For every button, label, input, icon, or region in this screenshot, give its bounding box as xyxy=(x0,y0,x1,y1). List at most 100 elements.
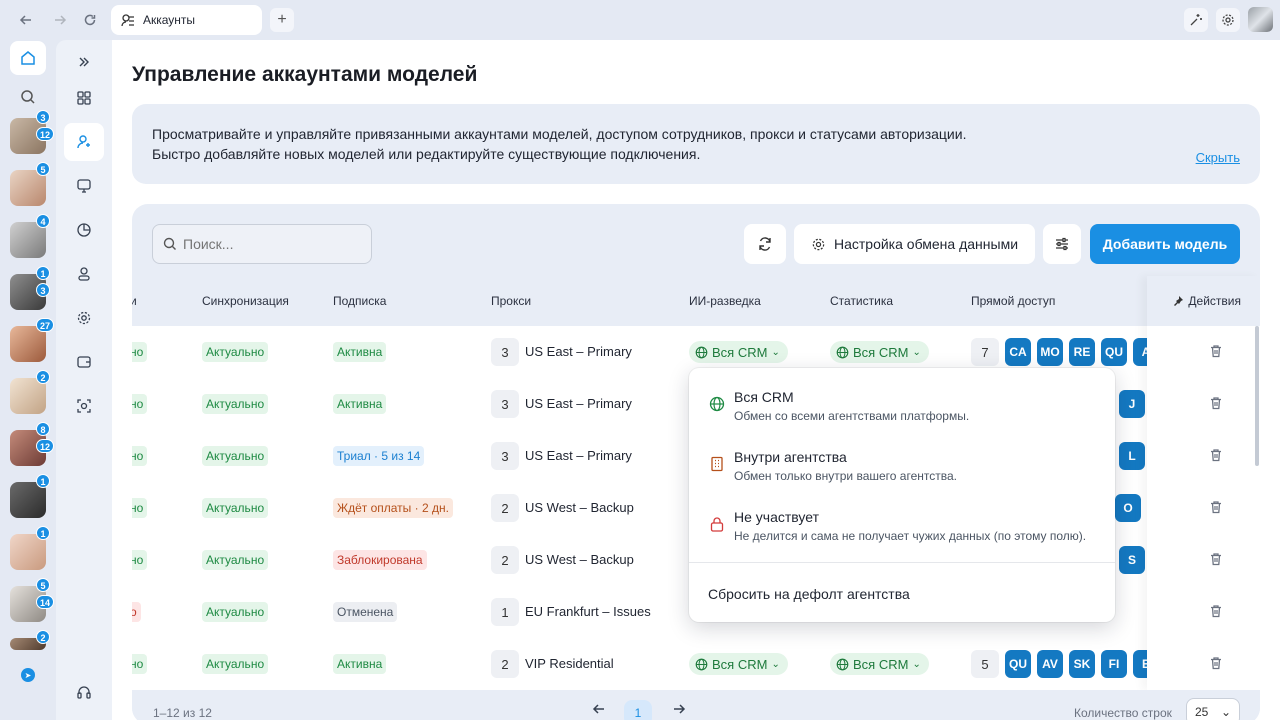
forward-icon[interactable] xyxy=(48,8,72,32)
model-avatar[interactable]: 1 xyxy=(10,526,50,570)
model-avatar[interactable]: 27 xyxy=(10,318,55,362)
refresh-icon xyxy=(759,237,771,251)
staff-chip[interactable]: AV xyxy=(1037,650,1063,678)
next-page-button[interactable] xyxy=(672,702,686,719)
sharing-dropdown: Вся CRM Обмен со всеми агентствами платф… xyxy=(689,368,1115,622)
proxy-name[interactable]: US West – Backup xyxy=(525,552,634,567)
staff-chip[interactable]: CA xyxy=(1005,338,1031,366)
proxy-name[interactable]: VIP Residential xyxy=(525,656,614,671)
proxy-name[interactable]: EU Frankfurt – Issues xyxy=(525,604,651,619)
staff-chip[interactable]: S xyxy=(1119,546,1145,574)
subscription-badge: Ждёт оплаты · 2 дн. xyxy=(333,498,453,518)
stats-sharing-select[interactable]: Вся CRM ⌄ xyxy=(830,341,929,363)
chevron-down-icon: ⌄ xyxy=(912,346,921,358)
sidebar-item-settings[interactable] xyxy=(64,299,104,337)
search-field[interactable] xyxy=(152,224,372,264)
column-proxy[interactable]: Прокси xyxy=(491,294,531,308)
table-row[interactable]: но Актуально Активна 2 VIP Residential Вся CR… xyxy=(132,638,1260,690)
model-avatar[interactable]: 5 14 xyxy=(10,578,55,622)
model-avatar[interactable]: 2 xyxy=(10,630,50,650)
delete-icon[interactable] xyxy=(1209,552,1225,568)
staff-chip[interactable]: SK xyxy=(1069,650,1095,678)
status-badge: но xyxy=(132,550,148,570)
staff-chip[interactable]: RE xyxy=(1069,338,1095,366)
sidebar-item-accounts[interactable] xyxy=(64,123,104,161)
proxy-name[interactable]: US East – Primary xyxy=(525,344,632,359)
proxy-name[interactable]: US West – Backup xyxy=(525,500,634,515)
table-footer: 1–12 из 12 1 Количество строк 25 ⌄ xyxy=(132,690,1260,720)
model-avatar[interactable]: 8 12 xyxy=(10,422,55,466)
prev-page-button[interactable] xyxy=(592,702,606,719)
column-direct[interactable]: Прямой доступ xyxy=(971,294,1055,308)
rows-per-page-select[interactable]: 25 ⌄ xyxy=(1186,698,1240,720)
proxy-name[interactable]: US East – Primary xyxy=(525,448,632,463)
sidebar-item-scan[interactable] xyxy=(64,387,104,425)
telegram-icon[interactable]: ➤ xyxy=(21,668,35,682)
rail-search-button[interactable] xyxy=(16,87,40,107)
delete-icon[interactable] xyxy=(1209,396,1225,412)
model-avatar[interactable]: 5 xyxy=(10,162,50,206)
model-badge: 3 xyxy=(36,283,50,297)
option-not-participating[interactable]: Не участвует Не делится и сама не получа… xyxy=(689,506,1115,562)
sidebar-item-support[interactable] xyxy=(64,673,104,711)
reload-icon[interactable] xyxy=(78,8,102,32)
settings-button[interactable] xyxy=(1216,8,1240,32)
option-agency[interactable]: Внутри агентства Обмен только внутри ваш… xyxy=(689,446,1115,502)
back-icon[interactable] xyxy=(14,8,38,32)
pin-icon xyxy=(1174,296,1184,306)
new-tab-button[interactable]: + xyxy=(270,8,294,32)
sidebar-item-dashboard[interactable] xyxy=(64,79,104,117)
model-avatar[interactable]: 13 xyxy=(10,266,50,310)
search-input[interactable] xyxy=(183,236,363,252)
sparkle-button[interactable] xyxy=(1184,8,1208,32)
sidebar-expand[interactable] xyxy=(64,43,104,81)
column-subscription[interactable]: Подписка xyxy=(333,294,386,308)
column-ai[interactable]: ИИ-разведка xyxy=(689,294,761,308)
model-avatar[interactable]: 4 xyxy=(10,214,50,258)
info-text-line1: Просматривайте и управляйте привязанными… xyxy=(152,126,967,142)
model-avatar[interactable]: 3 12 xyxy=(10,110,55,154)
delete-icon[interactable] xyxy=(1209,604,1225,620)
proxy-count: 2 xyxy=(491,650,519,678)
ai-sharing-value: Вся CRM xyxy=(712,656,768,672)
model-avatar[interactable]: 1 xyxy=(10,474,50,518)
sync-settings-button[interactable]: Настройка обмена данными xyxy=(794,224,1035,264)
option-title: Вся CRM xyxy=(734,389,794,405)
home-button[interactable] xyxy=(10,41,46,75)
info-banner: Просматривайте и управляйте привязанными… xyxy=(132,104,1260,184)
delete-icon[interactable] xyxy=(1209,344,1225,360)
staff-chip[interactable]: L xyxy=(1119,442,1145,470)
proxy-name[interactable]: US East – Primary xyxy=(525,396,632,411)
delete-icon[interactable] xyxy=(1209,500,1225,516)
delete-icon[interactable] xyxy=(1209,656,1225,672)
staff-chip[interactable]: QU xyxy=(1005,650,1031,678)
hide-link[interactable]: Скрыть xyxy=(1196,148,1240,168)
current-page[interactable]: 1 xyxy=(624,700,652,720)
option-all-crm[interactable]: Вся CRM Обмен со всеми агентствами платф… xyxy=(689,386,1115,442)
sidebar-item-monitor[interactable] xyxy=(64,167,104,205)
staff-chip[interactable]: MO xyxy=(1037,338,1063,366)
sidebar-item-wallet[interactable] xyxy=(64,343,104,381)
filters-button[interactable] xyxy=(1043,224,1081,264)
staff-chip[interactable]: O xyxy=(1115,494,1141,522)
reset-to-agency-default[interactable]: Сбросить на дефолт агентства xyxy=(708,586,910,602)
table-scrollbar[interactable] xyxy=(1255,326,1259,466)
delete-icon[interactable] xyxy=(1209,448,1225,464)
add-model-button[interactable]: Добавить модель xyxy=(1090,224,1240,264)
ai-sharing-select[interactable]: Вся CRM ⌄ xyxy=(689,653,788,675)
staff-chip[interactable]: QU xyxy=(1101,338,1127,366)
status-badge: о xyxy=(132,602,141,622)
column-sync[interactable]: Синхронизация xyxy=(202,294,289,308)
sidebar-item-staff[interactable] xyxy=(64,255,104,293)
staff-chip[interactable]: J xyxy=(1119,390,1145,418)
column-stats[interactable]: Статистика xyxy=(830,294,893,308)
sidebar-item-analytics[interactable] xyxy=(64,211,104,249)
refresh-button[interactable] xyxy=(744,224,786,264)
model-avatar[interactable]: 2 xyxy=(10,370,50,414)
ai-sharing-select[interactable]: Вся CRM ⌄ xyxy=(689,341,788,363)
rows-per-page-value: 25 xyxy=(1195,705,1209,719)
user-avatar[interactable] xyxy=(1248,7,1273,32)
stats-sharing-select[interactable]: Вся CRM ⌄ xyxy=(830,653,929,675)
browser-tab[interactable]: Аккаунты xyxy=(111,5,262,35)
staff-chip[interactable]: FI xyxy=(1101,650,1127,678)
